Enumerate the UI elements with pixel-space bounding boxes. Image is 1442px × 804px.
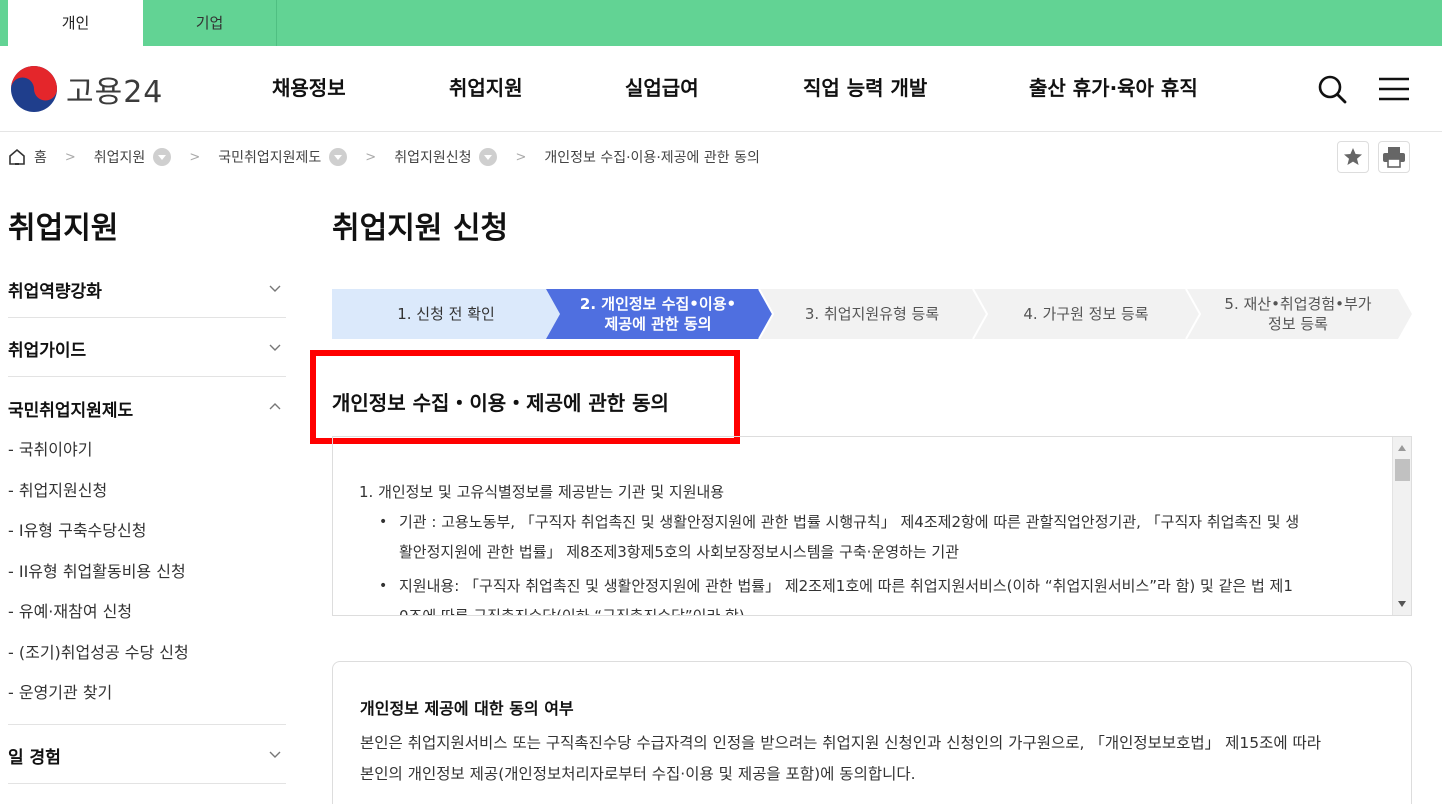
breadcrumb-current: 개인정보 수집·이용·제공에 관한 동의 <box>544 150 760 166</box>
step-2-label-line2: 제공에 관한 동의 <box>604 315 711 333</box>
step-1-label: 1. 신청 전 확인 <box>397 305 495 323</box>
sidebar-group-label: 취업가이드 <box>8 341 87 361</box>
top-tab-bar: 개인 기업 <box>0 0 1442 46</box>
divider <box>8 317 286 318</box>
chevron-down-icon[interactable] <box>329 148 348 166</box>
site-name: 고용24 <box>66 75 164 110</box>
breadcrumb-separator-icon: > <box>515 149 527 165</box>
tab-personal[interactable]: 개인 <box>8 0 143 46</box>
sidebar-item-deferral[interactable]: - 유예·재참여 신청 <box>8 598 132 622</box>
gnb-unemployment-benefit[interactable]: 실업급여 <box>625 72 699 101</box>
sidebar-item-type1-allowance[interactable]: - I유형 구축수당신청 <box>8 517 146 541</box>
page-title: 취업지원 신청 <box>332 211 509 246</box>
step-2-label-line1: 2. 개인정보 수집•이용• <box>580 295 736 313</box>
red-highlight-box <box>310 350 740 444</box>
sidebar-item-apply[interactable]: - 취업지원신청 <box>8 477 107 501</box>
consent-line: 본인의 개인정보 제공(개인정보처리자로부터 수집·이용 및 제공을 포함)에 … <box>360 765 916 783</box>
scroll-down-icon[interactable] <box>1398 601 1406 607</box>
terms-heading: 1. 개인정보 및 고유식별정보를 제공받는 기관 및 지원내용 <box>359 483 725 501</box>
sidebar-item-success-allowance[interactable]: - (조기)취업성공 수당 신청 <box>8 639 189 663</box>
sidebar-group-national-support[interactable]: 국민취업지원제도 <box>8 396 286 421</box>
chevron-down-icon[interactable] <box>153 148 172 166</box>
chevron-down-icon <box>269 344 281 351</box>
gnb-jobs[interactable]: 채용정보 <box>272 72 346 101</box>
step-4-label: 4. 가구원 정보 등록 <box>1023 305 1148 323</box>
print-button[interactable] <box>1378 141 1410 173</box>
consent-box: 개인정보 제공에 대한 동의 여부 본인은 취업지원서비스 또는 구직촉진수당 … <box>332 661 1412 804</box>
site-header: 고용24 채용정보 취업지원 실업급여 직업 능력 개발 출산 휴가·육아 휴직 <box>0 46 1442 132</box>
breadcrumb: 홈 > 취업지원 > 국민취업지원제도 > 취업지원신청 > 개인정보 수집·이… <box>8 143 760 171</box>
breadcrumb-separator-icon: > <box>365 149 377 165</box>
print-icon <box>1383 147 1405 168</box>
menu-icon[interactable] <box>1377 72 1411 106</box>
search-icon[interactable] <box>1315 72 1349 106</box>
step-indicator: 1. 신청 전 확인 2. 개인정보 수집•이용• 제공에 관한 동의 3. 취… <box>332 289 1412 339</box>
scroll-up-icon[interactable] <box>1398 445 1406 451</box>
consent-title: 개인정보 제공에 대한 동의 여부 <box>360 699 574 718</box>
site-logo[interactable]: 고용24 <box>10 66 163 112</box>
step-3-label: 3. 취업지원유형 등록 <box>805 305 939 323</box>
sidebar-item-type2-expense[interactable]: - II유형 취업활동비용 신청 <box>8 558 186 582</box>
chevron-down-icon <box>269 751 281 758</box>
gnb-employment-support[interactable]: 취업지원 <box>449 72 523 101</box>
terms-scroll-box[interactable]: 1. 개인정보 및 고유식별정보를 제공받는 기관 및 지원내용 기관 : 고용… <box>332 436 1412 616</box>
terms-text: 지원내용: 「구직자 취업촉진 및 생활안정지원에 관한 법률」 제2조제1호에… <box>399 577 1293 595</box>
favorite-button[interactable] <box>1337 141 1369 173</box>
sidebar-group-work-experience[interactable]: 일 경험 <box>8 743 286 768</box>
step-5-label-line1: 5. 재산•취업경험•부가 <box>1224 295 1371 313</box>
divider <box>8 376 286 377</box>
breadcrumb-home[interactable]: 홈 <box>34 147 47 167</box>
sidebar-group-label: 일 경험 <box>8 748 61 768</box>
breadcrumb-item[interactable]: 취업지원신청 <box>394 147 471 167</box>
breadcrumb-separator-icon: > <box>64 149 76 165</box>
consent-text: 본인은 취업지원서비스 또는 구직촉진수당 수급자격의 인정을 받으려는 취업지… <box>360 728 1390 790</box>
breadcrumb-item[interactable]: 취업지원 <box>94 147 146 167</box>
terms-bullet-support: 지원내용: 「구직자 취업촉진 및 생활안정지원에 관한 법률」 제2조제1호에… <box>359 571 1369 616</box>
breadcrumb-separator-icon: > <box>189 149 201 165</box>
chevron-up-icon <box>269 403 281 410</box>
scrollbar-thumb[interactable] <box>1395 459 1410 481</box>
star-icon <box>1344 148 1362 165</box>
gnb-parental-leave[interactable]: 출산 휴가·육아 휴직 <box>1029 72 1198 101</box>
sidebar-title: 취업지원 <box>8 211 119 246</box>
sidebar-item-find-agency[interactable]: - 운영기관 찾기 <box>8 679 112 703</box>
home-icon[interactable] <box>8 148 26 166</box>
terms-text: 기관 : 고용노동부, 「구직자 취업촉진 및 생활안정지원에 관한 법률 시행… <box>399 513 1300 531</box>
terms-bullet-agency: 기관 : 고용노동부, 「구직자 취업촉진 및 생활안정지원에 관한 법률 시행… <box>359 507 1369 567</box>
terms-text: 0조에 따른 구직촉진수당(이하 “구직촉진수당”이라 함) <box>399 607 745 616</box>
terms-text: 활안정지원에 관한 법률」 제8조제3항제5호의 사회보장정보시스템을 구축·운… <box>399 543 960 561</box>
chevron-down-icon <box>269 285 281 292</box>
divider <box>8 724 286 725</box>
step-5-label-line2: 정보 등록 <box>1268 315 1328 333</box>
sidebar-item-story[interactable]: - 국취이야기 <box>8 436 92 460</box>
divider <box>8 783 286 784</box>
consent-line: 본인은 취업지원서비스 또는 구직촉진수당 수급자격의 인정을 받으려는 취업지… <box>360 734 1322 752</box>
sidebar-group-capacity[interactable]: 취업역량강화 <box>8 277 286 302</box>
sidebar-group-guide[interactable]: 취업가이드 <box>8 336 286 361</box>
terms-content: 1. 개인정보 및 고유식별정보를 제공받는 기관 및 지원내용 기관 : 고용… <box>359 477 1369 616</box>
gnb-vocational-training[interactable]: 직업 능력 개발 <box>803 72 927 101</box>
breadcrumb-item[interactable]: 국민취업지원제도 <box>218 147 321 167</box>
scrollbar[interactable] <box>1392 437 1411 615</box>
sidebar-group-label: 국민취업지원제도 <box>8 401 134 421</box>
sidebar-group-label: 취업역량강화 <box>8 282 102 302</box>
taegeuk-logo-icon <box>11 66 57 112</box>
chevron-down-icon[interactable] <box>479 148 498 166</box>
tab-corporate[interactable]: 기업 <box>143 0 277 46</box>
